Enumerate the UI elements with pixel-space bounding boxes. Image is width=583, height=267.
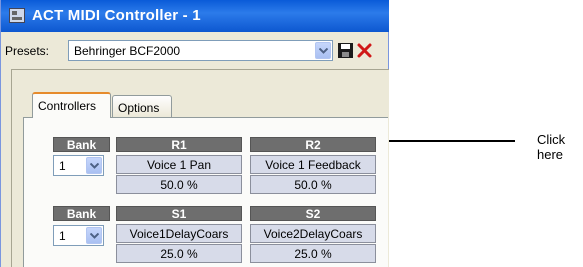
chevron-down-icon[interactable] xyxy=(315,42,331,59)
presets-value: Behringer BCF2000 xyxy=(74,44,181,58)
bank-value: 1 xyxy=(59,229,66,243)
presets-row: Presets: Behringer BCF2000 xyxy=(1,38,389,64)
control-value-s1[interactable]: 25.0 % xyxy=(116,244,242,263)
chevron-down-icon[interactable] xyxy=(86,157,102,174)
floppy-disk-icon[interactable] xyxy=(337,42,354,59)
control-header-r2: R2 xyxy=(250,137,376,152)
tab-controllers[interactable]: Controllers xyxy=(32,92,111,118)
control-name-s2[interactable]: Voice2DelayCoars xyxy=(250,224,376,243)
control-value-r2[interactable]: 50.0 % xyxy=(250,175,376,194)
bank-select[interactable]: 1 xyxy=(53,225,104,246)
control-header-s2: S2 xyxy=(250,206,376,221)
title-bar[interactable]: ACT MIDI Controller - 1 xyxy=(1,0,389,32)
presets-label: Presets: xyxy=(5,44,50,58)
midi-app-icon xyxy=(9,8,25,23)
red-x-icon[interactable] xyxy=(356,42,373,59)
control-name-r2[interactable]: Voice 1 Feedback xyxy=(250,155,376,174)
bank-select[interactable]: 1 xyxy=(53,155,104,176)
callout-text: Click here xyxy=(537,132,566,162)
bank-value: 1 xyxy=(59,159,66,173)
control-value-s2[interactable]: 25.0 % xyxy=(250,244,376,263)
control-name-r1[interactable]: Voice 1 Pan xyxy=(116,155,242,174)
control-header-s1: S1 xyxy=(116,206,242,221)
control-value-r1[interactable]: 50.0 % xyxy=(116,175,242,194)
bank-header: Bank xyxy=(53,137,110,152)
control-name-s1[interactable]: Voice1DelayCoars xyxy=(116,224,242,243)
bank-header: Bank xyxy=(53,206,110,221)
callout-line xyxy=(389,140,515,142)
tab-options[interactable]: Options xyxy=(112,95,172,117)
chevron-down-icon[interactable] xyxy=(86,227,102,244)
presets-dropdown[interactable]: Behringer BCF2000 xyxy=(68,40,333,61)
window-title: ACT MIDI Controller - 1 xyxy=(32,7,201,24)
control-header-r1: R1 xyxy=(116,137,242,152)
